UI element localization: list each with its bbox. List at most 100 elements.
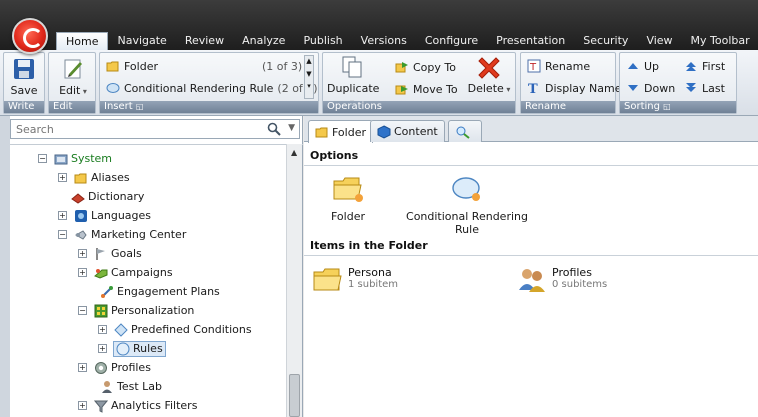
tree-item-dictionary[interactable]: Dictionary xyxy=(71,187,144,206)
item-name: Profiles xyxy=(552,266,592,279)
tree-item-campaigns[interactable]: + Campaigns xyxy=(78,263,173,282)
tree-item-analytics-filters[interactable]: + Analytics Filters xyxy=(78,396,197,415)
sort-last-button[interactable]: Last xyxy=(684,80,725,96)
expand-icon[interactable]: + xyxy=(78,401,87,410)
tree-item-languages[interactable]: + Languages xyxy=(58,206,151,225)
tree-label: Campaigns xyxy=(111,266,173,279)
new-folder-icon xyxy=(333,177,363,202)
tab-folder-label: Folder xyxy=(332,125,366,139)
tab-configure[interactable]: Configure xyxy=(416,32,487,50)
tree-item-system[interactable]: − System xyxy=(38,149,112,168)
insert-folder-count: (1 of 3) xyxy=(262,59,303,73)
display-name-label: Display Name xyxy=(545,81,622,95)
scroll-up-icon[interactable]: ▲ xyxy=(291,148,297,157)
campaigns-icon xyxy=(94,268,108,279)
tree-item-aliases[interactable]: + Aliases xyxy=(58,168,130,187)
folder-icon xyxy=(106,61,119,72)
engagement-plans-icon xyxy=(101,285,113,298)
move-to-icon xyxy=(395,85,408,95)
delete-button[interactable]: Delete ▾ xyxy=(466,55,512,95)
tree-item-marketing-center[interactable]: − Marketing Center xyxy=(58,225,186,244)
insert-conditional-rendering-rule-button[interactable]: Conditional Rendering Rule (2 of 3) xyxy=(106,80,318,96)
selected-node[interactable]: Rules xyxy=(113,340,166,357)
insert-group: Folder (1 of 3) Conditional Rendering Ru… xyxy=(99,52,319,114)
edit-button[interactable]: Edit ▾ xyxy=(55,57,91,97)
tree-item-predefined-conditions[interactable]: + Predefined Conditions xyxy=(98,320,252,339)
tab-publish[interactable]: Publish xyxy=(294,32,351,50)
content-cube-icon xyxy=(377,124,391,139)
save-button[interactable]: Save xyxy=(8,57,40,97)
move-to-button[interactable]: Move To xyxy=(395,81,458,97)
filter-icon xyxy=(94,400,108,413)
tab-versions[interactable]: Versions xyxy=(352,32,416,50)
tree-item-engagement-plans[interactable]: Engagement Plans xyxy=(100,282,220,301)
sort-first-button[interactable]: First xyxy=(684,58,725,74)
expand-icon[interactable]: + xyxy=(58,211,67,220)
option-folder[interactable]: Folder xyxy=(318,174,378,223)
tree-item-test-lab[interactable]: Test Lab xyxy=(100,377,162,396)
tab-content[interactable]: Content xyxy=(370,120,445,142)
save-label: Save xyxy=(10,84,38,97)
expand-icon[interactable]: + xyxy=(98,325,107,334)
tab-analyze[interactable]: Analyze xyxy=(233,32,294,50)
expand-icon[interactable]: + xyxy=(78,249,87,258)
tab-my-toolbar[interactable]: My Toolbar xyxy=(682,32,758,50)
tree-scrollbar[interactable]: ▲ xyxy=(286,144,302,417)
collapse-icon[interactable]: − xyxy=(38,154,47,163)
expand-icon[interactable]: + xyxy=(58,173,67,182)
display-name-button[interactable]: T Display Name xyxy=(527,80,622,96)
tree-item-rules[interactable]: + Rules xyxy=(98,339,166,358)
sort-down-button[interactable]: Down xyxy=(626,80,675,96)
rename-button[interactable]: T Rename xyxy=(527,58,590,74)
insert-gallery-scroll[interactable]: ▲ ▼ ▾ xyxy=(304,55,314,99)
tab-content-label: Content xyxy=(394,125,438,138)
search-options-icon[interactable]: ▼ xyxy=(288,123,295,133)
folder-item-persona[interactable]: Persona 1 subitem xyxy=(312,266,398,294)
tree-label: Test Lab xyxy=(117,380,163,393)
expand-icon[interactable]: + xyxy=(78,268,87,277)
sort-up-label: Up xyxy=(644,59,660,73)
tree-item-goals[interactable]: + Goals xyxy=(78,244,142,263)
copy-to-icon xyxy=(395,62,408,73)
collapse-icon[interactable]: − xyxy=(58,230,67,239)
insert-folder-button[interactable]: Folder (1 of 3) xyxy=(106,58,302,74)
personalization-icon xyxy=(94,304,108,317)
tab-security[interactable]: Security xyxy=(574,32,637,50)
option-rule-label: Conditional Rendering Rule xyxy=(406,210,528,236)
display-name-icon: T xyxy=(528,82,538,95)
tree-label: Engagement Plans xyxy=(117,285,220,298)
double-arrow-down-icon xyxy=(686,83,696,92)
collapse-icon[interactable]: − xyxy=(78,306,87,315)
sorting-group: Up Down First Last Sorting ◱ xyxy=(619,52,737,114)
search-icon[interactable] xyxy=(267,122,281,136)
tab-navigate[interactable]: Navigate xyxy=(108,32,175,50)
item-subitems: 1 subitem xyxy=(348,279,399,290)
tab-home[interactable]: Home xyxy=(56,32,109,50)
scroll-down-icon[interactable]: ▼ xyxy=(305,69,313,79)
expand-icon[interactable]: + xyxy=(78,363,87,372)
delete-label: Delete xyxy=(467,82,504,95)
scroll-up-icon[interactable]: ▲ xyxy=(305,56,313,66)
tab-view[interactable]: View xyxy=(637,32,681,50)
search-input[interactable] xyxy=(11,120,251,138)
rule-icon xyxy=(116,342,130,355)
svg-text:T: T xyxy=(529,62,537,73)
profiles-gear-icon xyxy=(95,361,107,374)
app-logo-button[interactable] xyxy=(12,18,48,54)
scrollbar-thumb[interactable] xyxy=(289,374,300,417)
svg-text:T: T xyxy=(528,82,538,95)
tree-item-personalization[interactable]: − Personalization xyxy=(78,301,194,320)
option-conditional-rendering-rule[interactable]: Conditional Rendering Rule xyxy=(398,174,536,236)
item-name: Persona xyxy=(348,266,392,279)
tab-presentation[interactable]: Presentation xyxy=(487,32,574,50)
copy-to-button[interactable]: Copy To xyxy=(395,59,456,75)
tree-item-profiles[interactable]: + Profiles xyxy=(78,358,151,377)
sort-up-button[interactable]: Up xyxy=(626,58,659,74)
more-icon[interactable]: ▾ xyxy=(305,81,313,91)
folder-item-profiles[interactable]: Profiles 0 subitems xyxy=(516,266,607,294)
expand-icon[interactable]: + xyxy=(98,344,107,353)
marketing-center-icon xyxy=(74,229,87,240)
tab-review[interactable]: Review xyxy=(176,32,233,50)
tab-search-results[interactable] xyxy=(448,120,482,142)
tab-folder[interactable]: Folder xyxy=(308,120,373,143)
